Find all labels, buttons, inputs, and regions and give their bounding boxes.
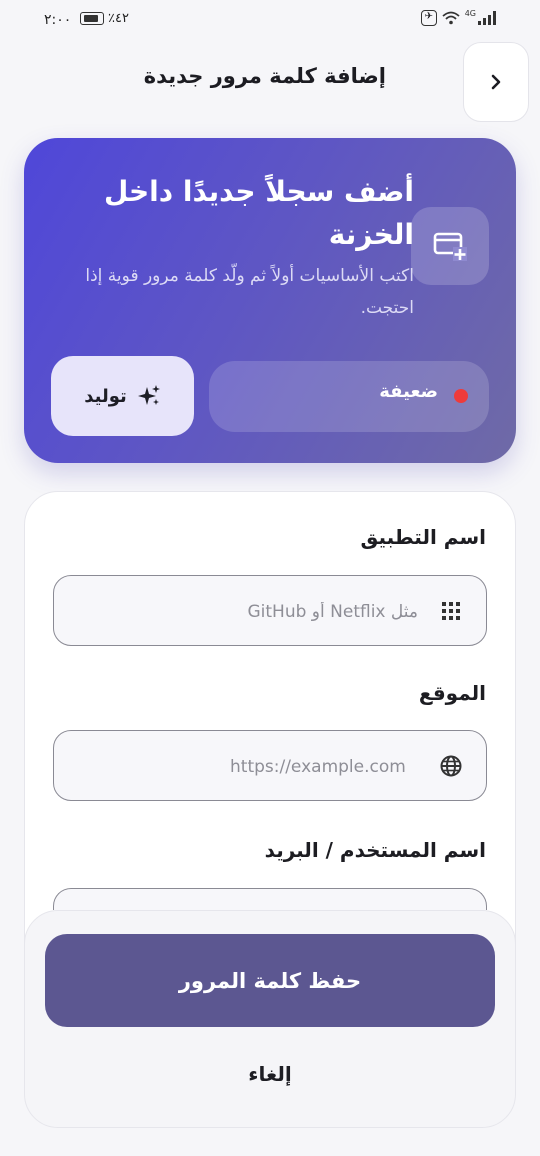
- generate-button[interactable]: توليد: [51, 356, 194, 436]
- add-card-icon: [411, 207, 489, 285]
- strength-dot: [454, 389, 468, 403]
- hero-subtitle: اكتب الأساسيات أولاً ثم ولّد كلمة مرور ق…: [85, 266, 414, 318]
- app-name-label: اسم التطبيق: [360, 525, 486, 549]
- apps-grid-icon: [442, 602, 460, 620]
- app-name-input[interactable]: [78, 576, 420, 647]
- network-type: 4G: [464, 8, 476, 18]
- generate-label: توليد: [84, 385, 127, 407]
- username-label: اسم المستخدم / البريد: [264, 838, 486, 862]
- password-strength-indicator: [209, 361, 489, 432]
- website-field[interactable]: [53, 730, 487, 802]
- back-button[interactable]: [463, 42, 529, 122]
- page-title: إضافة كلمة مرور جديدة: [143, 64, 386, 88]
- signal-icon: [478, 11, 496, 25]
- battery-percent: ٪٤٢: [108, 11, 129, 26]
- status-icons: ✈ 4G: [420, 8, 496, 26]
- cancel-button[interactable]: إلغاء: [200, 1052, 340, 1096]
- globe-icon: [440, 755, 462, 777]
- status-time: ٢:٠٠: [44, 12, 72, 28]
- website-label: الموقع: [418, 681, 486, 705]
- sparkles-icon: [137, 385, 160, 405]
- app-name-field[interactable]: [53, 575, 487, 647]
- website-input[interactable]: [228, 731, 420, 802]
- save-password-button[interactable]: حفظ كلمة المرور: [45, 934, 495, 1027]
- airplane-mode-icon: ✈: [420, 10, 437, 26]
- strength-label: ضعيفة: [379, 381, 438, 402]
- username-field[interactable]: [53, 888, 487, 910]
- chevron-right-icon: [491, 74, 501, 90]
- battery-indicator: ٪٤٢: [80, 11, 129, 26]
- hero-title: أضف سجلاً جديدًا داخل الخزنة: [104, 175, 414, 251]
- status-bar: ٢:٠٠ ٪٤٢ ✈ 4G: [0, 0, 540, 40]
- battery-icon: [80, 12, 104, 25]
- wifi-icon: [442, 11, 460, 25]
